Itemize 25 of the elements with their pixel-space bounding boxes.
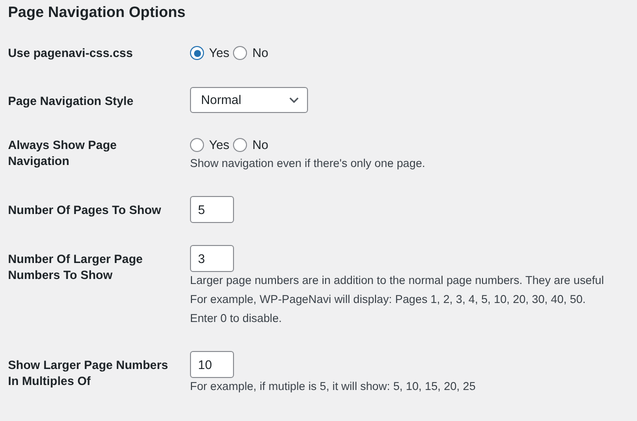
field-description: For example, if mutiple is 5, it will show: 5, 10, 15, 20, 25 [190, 380, 477, 395]
field-description: For example, WP-PageNavi will display: Pages 1, 2, 3, 4, 5, 10, 20, 30, 40, 50. [190, 293, 587, 308]
radio-option[interactable]: Yes [190, 138, 230, 152]
radio-button[interactable] [233, 46, 248, 60]
radio-option[interactable]: No [233, 46, 268, 60]
field-label: Always Show Page Navigation [8, 137, 118, 169]
radio-option[interactable]: Yes [190, 46, 230, 60]
section-title: Page Navigation Options [8, 4, 186, 21]
field-label: Page Navigation Style [8, 93, 134, 109]
radio-button[interactable] [190, 138, 204, 152]
field-label: Show Larger Page Numbers In Multiples Of [8, 357, 170, 389]
number-field[interactable]: 5 [190, 196, 234, 223]
radio-button[interactable] [190, 46, 204, 60]
field-label: Number Of Larger Page Numbers To Show [8, 251, 144, 283]
field-description: Enter 0 to disable. [190, 312, 283, 327]
chevron-down-icon [289, 97, 299, 103]
field-description: Larger page numbers are in addition to the normal page numbers. They are useful [190, 274, 605, 289]
style-dropdown[interactable]: Normal [190, 87, 308, 113]
number-field[interactable]: 10 [190, 351, 234, 378]
field-label: Number Of Pages To Show [8, 202, 162, 218]
field-description: Show navigation even if there's only one page. [190, 157, 426, 172]
radio-option[interactable]: No [233, 138, 268, 152]
field-label: Use pagenavi-css.css [8, 45, 134, 61]
number-field[interactable]: 3 [190, 245, 234, 272]
radio-button[interactable] [233, 138, 248, 152]
